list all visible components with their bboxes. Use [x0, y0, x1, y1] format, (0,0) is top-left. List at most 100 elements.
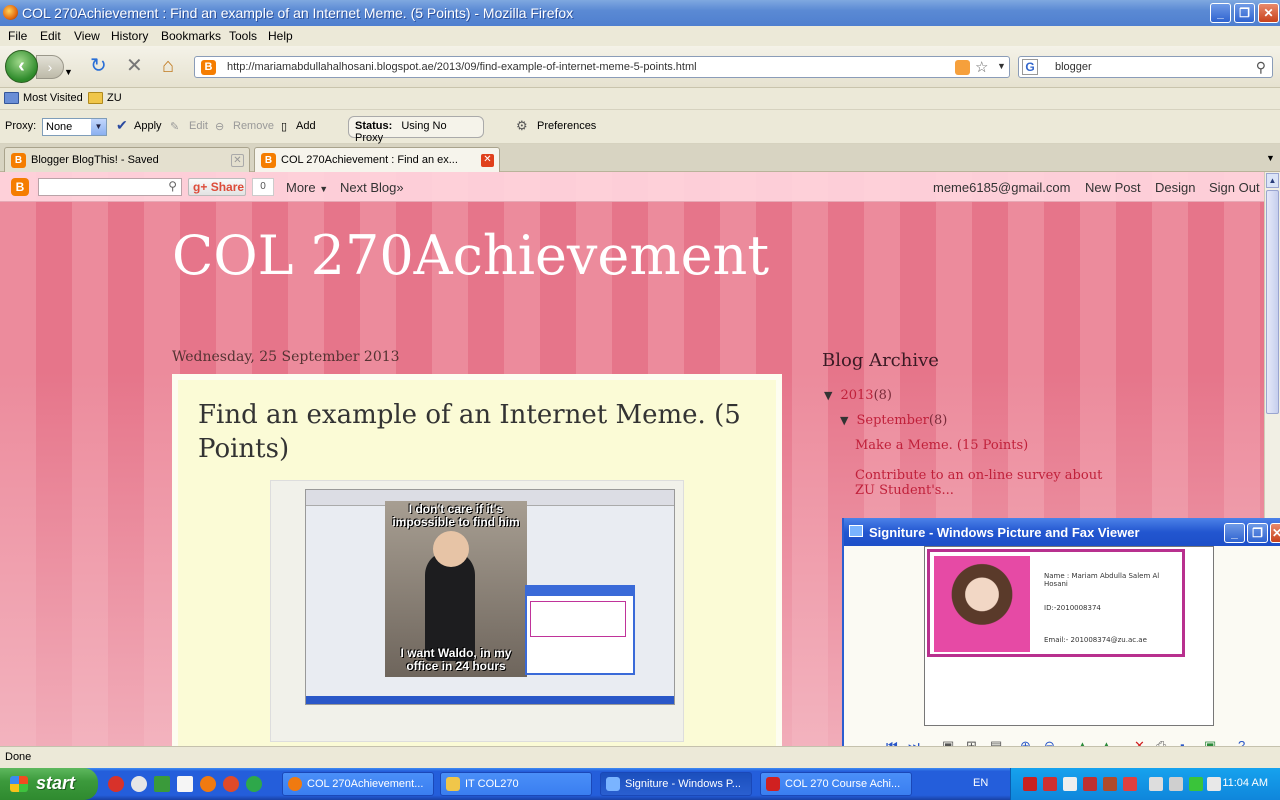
- tray-pdf-icon[interactable]: [1023, 777, 1037, 791]
- mini-viewer-titlebar: [527, 587, 633, 596]
- tray-wifi-icon[interactable]: [1189, 777, 1203, 791]
- google-icon[interactable]: G: [1022, 59, 1038, 75]
- quicklaunch-excel-icon[interactable]: [154, 776, 170, 792]
- quicklaunch-firefox-icon[interactable]: [200, 776, 216, 792]
- triangle-down-icon[interactable]: ▼: [840, 414, 848, 427]
- gear-icon: ⚙: [516, 118, 528, 133]
- minimize-button[interactable]: _: [1210, 3, 1231, 23]
- archive-month-label[interactable]: September: [856, 413, 928, 428]
- task-explorer-folder[interactable]: IT COL270: [440, 772, 592, 796]
- blog-search-input[interactable]: ⚲: [38, 178, 182, 196]
- quicklaunch-chrome-icon[interactable]: [246, 776, 262, 792]
- more-menu[interactable]: More ▼: [286, 180, 328, 195]
- tray-security-icon[interactable]: [1083, 777, 1097, 791]
- archive-post-link[interactable]: Contribute to an on-line survey about ZU…: [855, 468, 1105, 498]
- bookmark-most-visited[interactable]: Most Visited: [23, 92, 83, 104]
- menu-edit[interactable]: Edit: [40, 29, 61, 43]
- close-icon[interactable]: ✕: [481, 154, 494, 167]
- proxy-preferences-button[interactable]: Preferences: [537, 120, 596, 132]
- tray-display-icon[interactable]: [1149, 777, 1163, 791]
- search-icon[interactable]: ⚲: [1256, 59, 1266, 76]
- task-firefox[interactable]: COL 270Achievement...: [282, 772, 434, 796]
- forward-button[interactable]: ›: [36, 55, 64, 79]
- viewer-minimize-button[interactable]: _: [1224, 523, 1245, 543]
- tray-volume-icon[interactable]: [1207, 777, 1221, 791]
- design-link[interactable]: Design: [1155, 180, 1195, 195]
- menu-bookmarks[interactable]: Bookmarks: [161, 29, 221, 43]
- url-dropdown-icon[interactable]: ▼: [997, 61, 1006, 71]
- quicklaunch-app-icon[interactable]: [108, 776, 124, 792]
- tray-network-icon[interactable]: [1103, 777, 1117, 791]
- share-button[interactable]: g+ Share: [188, 178, 246, 196]
- next-blog-link[interactable]: Next Blog»: [340, 180, 404, 195]
- viewer-close-button[interactable]: ✕: [1270, 523, 1280, 543]
- archive-post-link[interactable]: Make a Meme. (15 Points): [855, 438, 1028, 453]
- start-button[interactable]: start: [0, 768, 98, 800]
- task-label: IT COL270: [465, 778, 519, 790]
- menu-view[interactable]: View: [74, 29, 100, 43]
- viewer-maximize-button[interactable]: ❐: [1247, 523, 1268, 543]
- tray-alert-icon[interactable]: [1123, 777, 1137, 791]
- search-bar[interactable]: G blogger ⚲: [1018, 56, 1273, 78]
- quicklaunch-browser-icon[interactable]: [223, 776, 239, 792]
- menu-help[interactable]: Help: [268, 29, 293, 43]
- menu-tools[interactable]: Tools: [229, 29, 257, 43]
- share-label: Share: [210, 180, 245, 194]
- reload-icon[interactable]: ↻: [90, 56, 107, 76]
- proxy-apply-button[interactable]: Apply: [134, 120, 162, 132]
- screenshot-taskbar: [306, 696, 674, 704]
- scroll-thumb[interactable]: [1266, 190, 1279, 414]
- home-icon[interactable]: ⌂: [162, 56, 174, 76]
- maximize-button[interactable]: ❐: [1234, 3, 1255, 23]
- language-indicator[interactable]: EN: [973, 777, 988, 789]
- task-picture-viewer[interactable]: Signiture - Windows P...: [600, 772, 752, 796]
- tray-app-icon[interactable]: [1043, 777, 1057, 791]
- tab-list-icon[interactable]: ▼: [1266, 153, 1275, 163]
- archive-month-september[interactable]: ▼ September(8): [840, 413, 947, 428]
- post-title[interactable]: Find an example of an Internet Meme. (5 …: [198, 398, 758, 466]
- user-email[interactable]: meme6185@gmail.com: [933, 180, 1070, 195]
- proxy-edit-button[interactable]: Edit: [189, 120, 208, 132]
- tab-col270-achievement[interactable]: B COL 270Achievement : Find an ex... ✕: [254, 147, 500, 172]
- back-button[interactable]: ‹: [5, 50, 38, 83]
- close-button[interactable]: ✕: [1258, 3, 1279, 23]
- bookmark-star-icon[interactable]: ☆: [975, 58, 988, 76]
- address-bar[interactable]: B http://mariamabdullahalhosani.blogspot…: [194, 56, 1010, 78]
- blog-title[interactable]: COL 270Achievement: [172, 224, 769, 287]
- proxy-toolbar: Proxy: None ▼ ✔ Apply ✎ Edit ⊖ Remove ▯ …: [0, 110, 1280, 144]
- quicklaunch-check-icon[interactable]: [177, 776, 193, 792]
- window-title: COL 270Achievement : Find an example of …: [22, 5, 574, 21]
- more-label: More: [286, 180, 316, 195]
- proxy-remove-button[interactable]: Remove: [233, 120, 274, 132]
- task-pdf-document[interactable]: COL 270 Course Achi...: [760, 772, 912, 796]
- archive-post-label[interactable]: Contribute to an on-line survey about ZU…: [855, 468, 1102, 498]
- post-image[interactable]: I don't care if it's impossible to find …: [270, 480, 684, 742]
- bookmark-zu[interactable]: ZU: [107, 92, 122, 104]
- system-tray: EN 11:04 AM: [973, 768, 1280, 800]
- archive-year-count: (8): [873, 388, 892, 403]
- rss-icon[interactable]: [955, 60, 970, 75]
- proxy-add-button[interactable]: Add: [296, 120, 316, 132]
- history-dropdown-icon[interactable]: ▼: [64, 62, 73, 82]
- scroll-up-icon[interactable]: ▲: [1266, 173, 1279, 188]
- new-post-link[interactable]: New Post: [1085, 180, 1141, 195]
- archive-year-label[interactable]: 2013: [840, 388, 873, 403]
- proxy-status[interactable]: Status: Using No Proxy: [348, 116, 484, 144]
- tray-computer-icon[interactable]: [1169, 777, 1183, 791]
- blogger-favicon-icon: B: [11, 153, 26, 168]
- clock[interactable]: 11:04 AM: [1222, 777, 1268, 789]
- sign-out-link[interactable]: Sign Out: [1209, 180, 1260, 195]
- search-icon[interactable]: ⚲: [168, 179, 177, 193]
- close-icon[interactable]: ✕: [231, 154, 244, 167]
- archive-year-2013[interactable]: ▼ 2013(8): [824, 388, 892, 403]
- blogger-logo-icon[interactable]: B: [11, 178, 29, 196]
- quicklaunch-media-icon[interactable]: [131, 776, 147, 792]
- stop-icon[interactable]: ✕: [126, 56, 143, 76]
- search-input[interactable]: blogger: [1055, 61, 1092, 73]
- tab-blogger-blogthis[interactable]: B Blogger BlogThis! - Saved ✕: [4, 147, 250, 172]
- menu-history[interactable]: History: [111, 29, 148, 43]
- tray-note-icon[interactable]: [1063, 777, 1077, 791]
- triangle-down-icon[interactable]: ▼: [824, 389, 832, 402]
- proxy-select[interactable]: None ▼: [42, 118, 107, 136]
- menu-file[interactable]: File: [8, 29, 27, 43]
